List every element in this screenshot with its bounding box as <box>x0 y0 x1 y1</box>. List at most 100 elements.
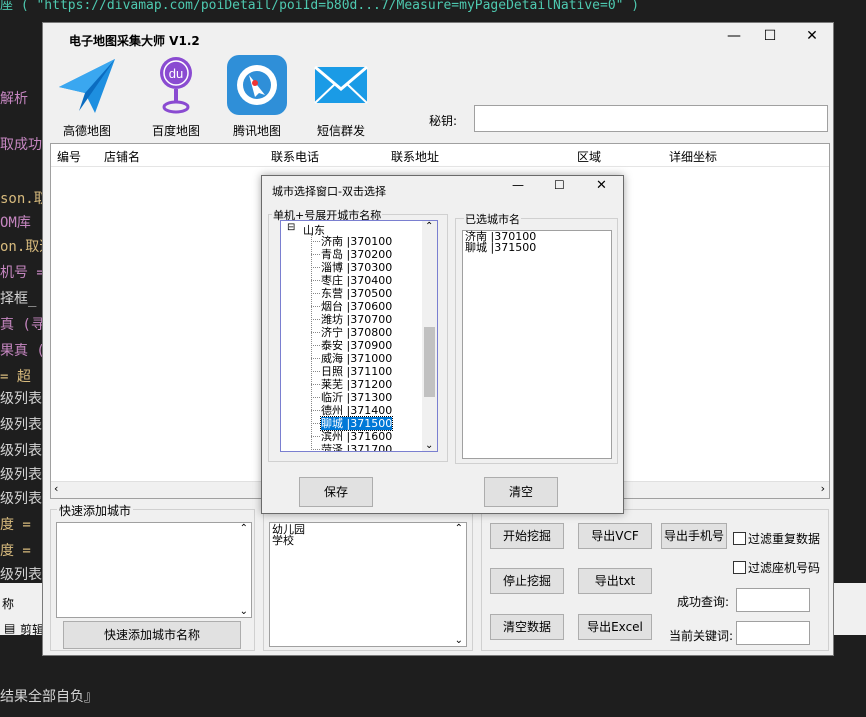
minimize-button[interactable]: — <box>717 25 751 47</box>
current-keyword-label: 当前关键词: <box>669 629 734 643</box>
dialog-save-button[interactable]: 保存 <box>299 477 373 507</box>
tree-branch-tick <box>311 358 320 359</box>
tree-vscrollbar[interactable]: ⌃ ⌄ <box>422 221 437 451</box>
col-address[interactable]: 联系地址 <box>391 148 439 165</box>
keyword-item: 幼儿园 <box>272 523 305 536</box>
editor-tab-label[interactable]: 称 <box>2 595 14 612</box>
tree-city-item[interactable]: 莱芜 |371200 <box>321 378 392 391</box>
editor-code-fragment: 取成功 <box>0 137 42 153</box>
tree-city-item[interactable]: 淄博 |370300 <box>321 261 392 274</box>
toolbar-baidu-label: 百度地图 <box>151 124 200 138</box>
selected-city-list[interactable]: 济南 |370100 聊城 |371500 <box>462 230 612 459</box>
export-txt-button[interactable]: 导出txt <box>578 568 652 594</box>
tree-city-item[interactable]: 临沂 |371300 <box>321 391 392 404</box>
checkbox-box[interactable] <box>733 561 746 574</box>
quick-add-city-button[interactable]: 快速添加城市名称 <box>63 621 241 649</box>
tree-branch-tick <box>311 423 320 424</box>
svg-text:du: du <box>169 66 183 81</box>
secret-key-input[interactable] <box>474 105 828 132</box>
scroll-down-icon[interactable]: ⌄ <box>455 635 463 646</box>
checkbox-box[interactable] <box>733 532 746 545</box>
city-tree[interactable]: ⊟ 山东 济南 |370100 青岛 |370200 淄博 |370300 枣庄 |3… <box>280 220 438 452</box>
close-button[interactable]: ✕ <box>795 25 829 47</box>
scroll-up-icon[interactable]: ⌃ <box>455 523 463 534</box>
dialog-clear-button[interactable]: 清空 <box>484 477 558 507</box>
editor-edit-label[interactable]: 剪辑 <box>20 621 44 638</box>
window-title: 电子地图采集大师 V1.2 <box>69 34 200 48</box>
clip-icon: ▤ <box>4 621 16 635</box>
filter-landline-checkbox[interactable]: 过滤座机号码 <box>733 559 820 576</box>
editor-top-line: 座 ( "https://divamap.com/poiDetail/poiId… <box>0 0 640 13</box>
keywords-textarea[interactable]: 幼儿园 学校 ⌃ ⌄ <box>269 522 467 647</box>
toolbar-gaode[interactable]: 高德地图 <box>47 53 127 139</box>
tree-branch-tick <box>311 241 320 242</box>
scroll-thumb[interactable] <box>424 327 435 397</box>
col-region[interactable]: 区域 <box>577 148 601 165</box>
keywords-list: 幼儿园 学校 <box>270 523 466 547</box>
start-mining-button[interactable]: 开始挖掘 <box>490 523 564 549</box>
editor-code-fragment: 果真 ( <box>0 343 45 359</box>
scroll-up-icon[interactable]: ⌃ <box>240 523 248 534</box>
tree-city-item[interactable]: 聊城 |371500 <box>319 416 394 431</box>
quick-add-textarea[interactable]: ⌃ ⌄ <box>56 522 252 618</box>
scroll-down-icon[interactable]: ⌄ <box>425 440 433 451</box>
tree-city-item[interactable]: 菏泽 |371700 <box>321 443 392 451</box>
editor-bottom-line: 结果全部自负』 <box>0 689 98 705</box>
selected-group-label: 已选城市名 <box>464 211 521 227</box>
tree-city-item[interactable]: 威海 |371000 <box>321 352 392 365</box>
tree-city-item[interactable]: 德州 |371400 <box>321 404 392 417</box>
tree-city-item[interactable]: 日照 |371100 <box>321 365 392 378</box>
tree-city-item[interactable]: 潍坊 |370700 <box>321 313 392 326</box>
stop-mining-button[interactable]: 停止挖掘 <box>490 568 564 594</box>
col-id[interactable]: 编号 <box>57 148 81 165</box>
selected-city-item[interactable]: 聊城 |371500 <box>463 242 611 253</box>
envelope-icon <box>314 65 368 104</box>
editor-code-fragment: 度 = <box>0 517 31 533</box>
tree-branch-tick <box>311 384 320 385</box>
col-coordinates[interactable]: 详细坐标 <box>669 148 717 165</box>
toolbar-tencent-label: 腾讯地图 <box>232 124 281 138</box>
toolbar-tencent[interactable]: 腾讯地图 <box>217 53 297 139</box>
current-keyword-field[interactable] <box>736 621 810 645</box>
editor-code-fragment: son.取 <box>0 191 48 207</box>
tree-city-item[interactable]: 东营 |370500 <box>321 287 392 300</box>
toolbar-baidu[interactable]: du 百度地图 <box>136 53 216 139</box>
baidu-pin-icon: du <box>160 57 192 114</box>
editor-code-fragment: 度 = <box>0 543 31 559</box>
tree-city-item[interactable]: 青岛 |370200 <box>321 248 392 261</box>
scroll-down-icon[interactable]: ⌄ <box>240 606 248 617</box>
export-excel-button[interactable]: 导出Excel <box>578 614 652 640</box>
export-phone-button[interactable]: 导出手机号 <box>661 523 727 549</box>
editor-code-fragment: OM库 ( <box>0 215 48 231</box>
tree-branch-tick <box>311 449 320 450</box>
editor-code-fragment: 机号 = <box>0 265 45 281</box>
tree-city-item[interactable]: 济南 |370100 <box>321 235 392 248</box>
scroll-right-icon[interactable]: › <box>821 482 825 495</box>
quick-add-group-label: 快速添加城市 <box>57 502 134 519</box>
filter-duplicates-checkbox[interactable]: 过滤重复数据 <box>733 530 820 547</box>
editor-code-fragment: 择框_ <box>0 291 37 307</box>
city-select-dialog: 城市选择窗口-双击选择 — ☐ ✕ 单机+号展开城市名称 ⊟ 山东 济南 |37… <box>261 175 624 514</box>
tree-city-item[interactable]: 枣庄 |370400 <box>321 274 392 287</box>
dialog-minimize-button[interactable]: — <box>512 178 524 192</box>
export-vcf-button[interactable]: 导出VCF <box>578 523 652 549</box>
dialog-close-button[interactable]: ✕ <box>596 178 607 193</box>
scroll-up-icon[interactable]: ⌃ <box>425 221 433 232</box>
clear-data-button[interactable]: 清空数据 <box>490 614 564 640</box>
col-shop-name[interactable]: 店铺名 <box>104 148 140 165</box>
collapse-icon[interactable]: ⊟ <box>287 222 295 233</box>
tree-city-item[interactable]: 滨州 |371600 <box>321 430 392 443</box>
tree-city-item[interactable]: 泰安 |370900 <box>321 339 392 352</box>
tree-branch-tick <box>311 280 320 281</box>
dialog-maximize-button[interactable]: ☐ <box>554 178 565 192</box>
tree-branch-tick <box>311 254 320 255</box>
col-phone[interactable]: 联系电话 <box>271 148 319 165</box>
maximize-button[interactable]: ☐ <box>753 25 787 47</box>
success-count-field[interactable] <box>736 588 810 612</box>
tree-city-item[interactable]: 烟台 |370600 <box>321 300 392 313</box>
tree-city-item[interactable]: 济宁 |370800 <box>321 326 392 339</box>
editor-code-fragment: 级列表 <box>0 467 42 483</box>
tree-branch-tick <box>311 371 320 372</box>
scroll-left-icon[interactable]: ‹ <box>54 482 58 495</box>
toolbar-sms[interactable]: 短信群发 <box>301 53 381 139</box>
